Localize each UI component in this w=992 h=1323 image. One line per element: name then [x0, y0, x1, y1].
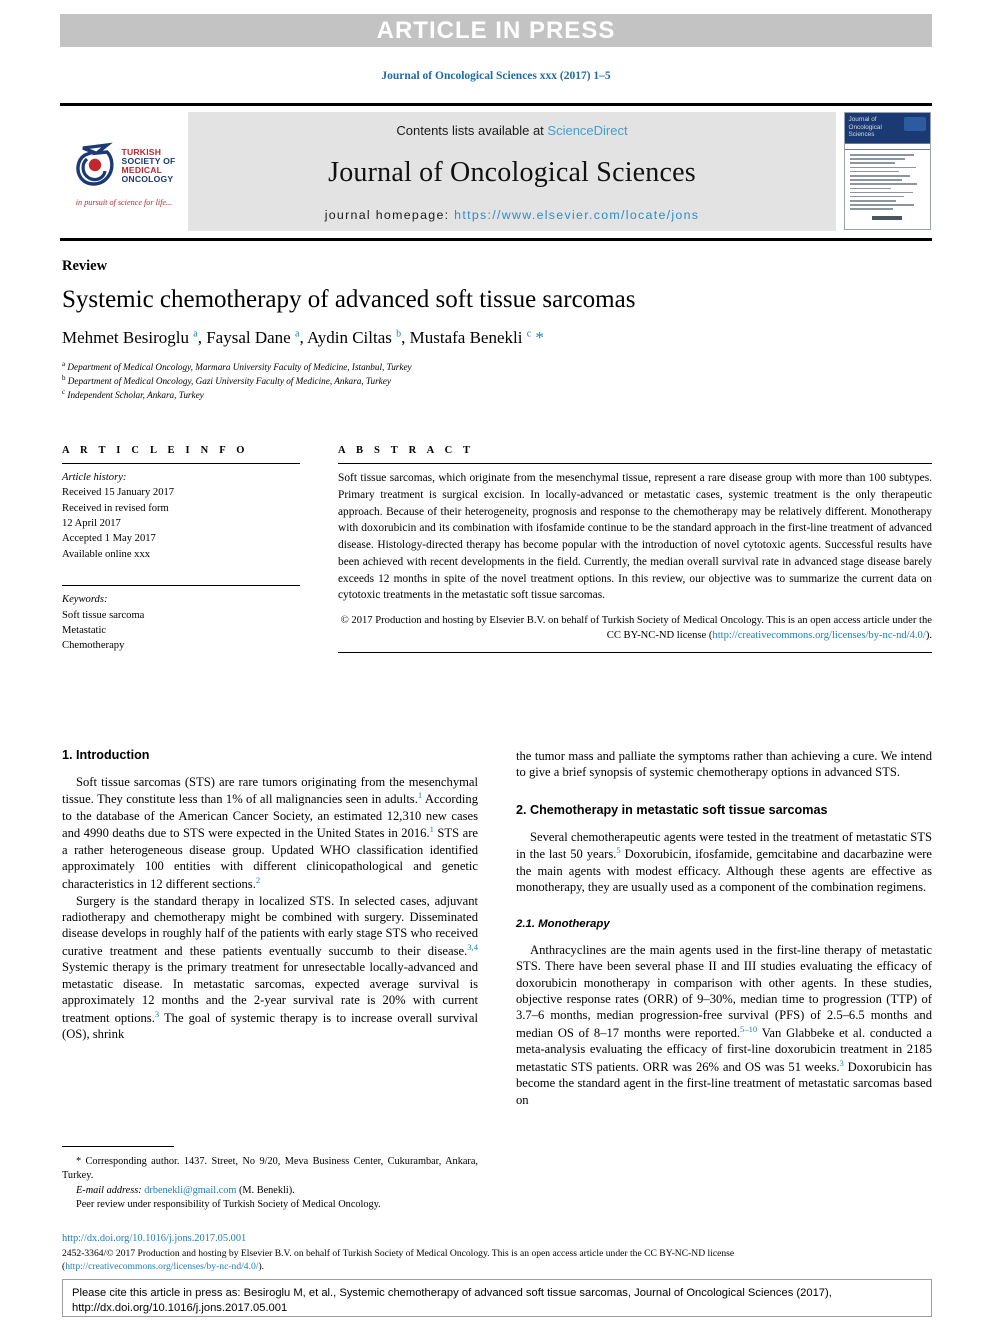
masthead-top-rule: [60, 103, 932, 106]
logo-word-3: ONCOLOGY: [121, 173, 174, 184]
affiliation-list: a Department of Medical Oncology, Marmar…: [62, 360, 762, 402]
abstract-heading: A B S T R A C T: [338, 445, 475, 456]
affiliation-text-1: Department of Medical Oncology, Gazi Uni…: [67, 376, 391, 387]
body-column-right: the tumor mass and palliate the symptoms…: [516, 748, 932, 1108]
affiliation-text-0: Department of Medical Oncology, Marmara …: [67, 362, 412, 373]
article-page: ARTICLE IN PRESS Journal of Oncological …: [0, 0, 992, 1323]
issn-creative-commons-link[interactable]: http://creativecommons.org/licenses/by-n…: [65, 1261, 258, 1272]
paragraph-mono-1: Anthracyclines are the main agents used …: [516, 942, 932, 1107]
paragraph-intro-2: Surgery is the standard therapy in local…: [62, 893, 479, 1042]
page-title: Systemic chemotherapy of advanced soft t…: [62, 286, 636, 313]
affiliation-0: a Department of Medical Oncology, Marmar…: [62, 360, 412, 373]
issn-text: 2452-3364/© 2017 Production and hosting …: [62, 1247, 735, 1259]
title-top-rule: [60, 238, 932, 241]
article-info-rule: [62, 463, 300, 464]
keyword-2: Chemotherapy: [62, 640, 125, 652]
affiliation-text-2: Independent Scholar, Ankara, Turkey: [67, 390, 204, 401]
abstract-text: Soft tissue sarcomas, which originate fr…: [338, 472, 932, 602]
article-in-press-banner: ARTICLE IN PRESS: [60, 14, 932, 47]
heading-chemotherapy: 2. Chemotherapy in metastatic soft tissu…: [516, 802, 828, 817]
article-in-press-label: ARTICLE IN PRESS: [376, 16, 616, 44]
sciencedirect-link[interactable]: ScienceDirect: [547, 123, 627, 138]
journal-homepage-link[interactable]: https://www.elsevier.com/locate/jons: [454, 208, 699, 222]
article-history-1: Received in revised form: [62, 502, 169, 514]
keywords-label: Keywords:: [62, 594, 108, 606]
journal-title: Journal of Oncological Sciences: [328, 157, 696, 188]
affiliation-1: b Department of Medical Oncology, Gazi U…: [62, 374, 391, 387]
article-info-heading: A R T I C L E I N F O: [62, 445, 249, 456]
heading-introduction: 1. Introduction: [62, 748, 150, 762]
affiliation-2: c Independent Scholar, Ankara, Turkey: [62, 388, 204, 401]
issn-link-close: ).: [258, 1260, 265, 1272]
article-history-3: Accepted 1 May 2017: [62, 533, 156, 545]
paragraph-chemo-1: Several chemotherapeutic agents were tes…: [516, 829, 932, 895]
cover-title-line-2: Sciences: [848, 131, 875, 139]
creative-commons-link[interactable]: http://creativecommons.org/licenses/by-n…: [712, 630, 925, 641]
running-head: Journal of Oncological Sciences xxx (201…: [381, 70, 611, 82]
journal-masthead: TURKISH SOCIETY OF MEDICAL ONCOLOGY in p…: [60, 103, 932, 231]
sciencedirect-panel: Contents lists available at ScienceDirec…: [188, 112, 836, 231]
journal-cover-thumbnail: Journal of Oncological Sciences: [836, 112, 932, 231]
abstract-block: A B S T R A C T Soft tissue sarcomas, wh…: [338, 445, 932, 653]
article-info-block: A R T I C L E I N F O Article history: R…: [62, 445, 300, 654]
keywords-rule: [62, 585, 300, 587]
contents-list-line: Contents lists available at ScienceDirec…: [396, 123, 627, 138]
journal-homepage-line: journal homepage: https://www.elsevier.c…: [325, 208, 700, 222]
abstract-bottom-rule: [338, 651, 932, 653]
abstract-rule: [338, 463, 932, 464]
peer-review-note: Peer review under responsibility of Turk…: [76, 1199, 381, 1211]
email-suffix: (M. Benekli).: [238, 1184, 295, 1196]
footnote-rule: [62, 1146, 174, 1147]
tsmo-logo: TURKISH SOCIETY OF MEDICAL ONCOLOGY in p…: [60, 112, 188, 231]
abstract-copyright-suffix: ).: [925, 630, 932, 642]
cite-this-article-text: Please cite this article in press as: Be…: [72, 1287, 832, 1315]
paragraph-intro-3: the tumor mass and palliate the symptoms…: [516, 749, 932, 780]
doi-link[interactable]: http://dx.doi.org/10.1016/j.jons.2017.05…: [62, 1232, 934, 1247]
issn-copyright-line: 2452-3364/© 2017 Production and hosting …: [62, 1247, 934, 1274]
paragraph-intro-1: Soft tissue sarcomas (STS) are rare tumo…: [62, 775, 479, 892]
keyword-0: Soft tissue sarcoma: [62, 609, 145, 621]
cover-publisher-mark: [845, 207, 930, 225]
footnote-block: * Corresponding author. 1437. Street, No…: [62, 1146, 478, 1213]
email-link[interactable]: drbenekli@gmail.com: [144, 1185, 236, 1196]
article-history-label: Article history:: [62, 472, 127, 483]
contents-prefix: Contents lists available at: [396, 123, 548, 138]
article-history-4: Available online xxx: [62, 548, 151, 560]
abstract-copyright: © 2017 Production and hosting by Elsevie…: [338, 613, 932, 644]
cite-this-article-box: Please cite this article in press as: Be…: [62, 1279, 932, 1317]
logo-tagline: in pursuit of science for life...: [75, 198, 173, 207]
author-list: Mehmet Besiroglu a, Faysal Dane a, Aydin…: [62, 328, 544, 347]
heading-monotherapy: 2.1. Monotherapy: [516, 917, 610, 930]
article-history-2: 12 April 2017: [62, 518, 121, 530]
homepage-prefix: journal homepage:: [324, 208, 455, 222]
cover-badge-icon: [903, 117, 926, 131]
email-note: E-mail address: drbenekli@gmail.com (M. …: [62, 1184, 478, 1198]
body-column-left: 1. Introduction Soft tissue sarcomas (ST…: [62, 748, 478, 1043]
cover-divider: [844, 143, 930, 150]
tsmo-emblem-icon: [73, 140, 119, 192]
email-label: E-mail address:: [76, 1184, 142, 1196]
corresponding-author-note: * Corresponding author. 1437. Street, No…: [62, 1156, 478, 1182]
bottom-copyright-block: http://dx.doi.org/10.1016/j.jons.2017.05…: [62, 1232, 934, 1273]
article-type-label: Review: [62, 258, 108, 274]
article-history-0: Received 15 January 2017: [62, 487, 175, 499]
keyword-1: Metastatic: [62, 624, 107, 636]
